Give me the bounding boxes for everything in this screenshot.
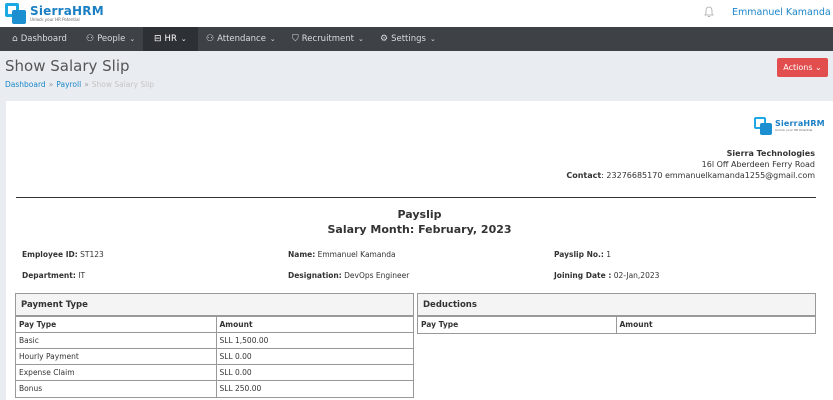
employee-id-label: Employee ID: bbox=[22, 250, 78, 259]
gear-icon: ⚙ bbox=[380, 34, 389, 44]
salary-month: Salary Month: February, 2023 bbox=[327, 223, 512, 236]
top-bar: SierraHRM Unlock your HR Potential Emman… bbox=[0, 0, 833, 27]
nav-label: Settings bbox=[391, 34, 426, 44]
employee-id: Employee ID: ST123 bbox=[22, 250, 104, 259]
user-name: Emmanuel Kamanda bbox=[732, 7, 831, 18]
amount-cell: SLL 0.00 bbox=[215, 364, 413, 381]
chevron-down-icon: ⌄ bbox=[269, 35, 276, 43]
payment-table-heading: Payment Type bbox=[16, 294, 413, 316]
company-logo-name: SierraHRM bbox=[775, 119, 825, 128]
chevron-down-icon: ⌄ bbox=[129, 35, 136, 43]
table-header-row: Pay Type Amount bbox=[418, 316, 815, 333]
nav-label: Dashboard bbox=[20, 34, 67, 44]
joining-value: 02-Jan,2023 bbox=[611, 271, 660, 280]
amount-cell: SLL 0.00 bbox=[215, 348, 413, 365]
department: Department: IT bbox=[22, 271, 85, 280]
company-name: Sierra Technologies bbox=[726, 149, 815, 158]
nav-recruitment[interactable]: ⛉ Recruitment ⌄ bbox=[286, 27, 370, 51]
pay-type-cell: Hourly Payment bbox=[16, 348, 217, 365]
nav-dashboard[interactable]: ⌂ Dashboard bbox=[6, 27, 73, 51]
deductions-table-heading: Deductions bbox=[418, 294, 815, 316]
breadcrumb: Dashboard» Payroll» Show Salary Slip bbox=[5, 80, 154, 89]
deductions-table: Deductions Pay Type Amount bbox=[417, 293, 816, 334]
designation-label: Designation: bbox=[288, 271, 342, 280]
payslip-no-value: 1 bbox=[603, 250, 612, 259]
name-value: Emmanuel Kamanda bbox=[315, 250, 396, 259]
column-header-amount: Amount bbox=[215, 316, 413, 333]
logo-mark-icon bbox=[5, 3, 26, 24]
graduation-cap-icon: ⛉ bbox=[292, 34, 299, 44]
page-title: Show Salary Slip bbox=[5, 57, 130, 75]
pay-type-cell: Bonus bbox=[16, 380, 217, 397]
breadcrumb-current: Show Salary Slip bbox=[91, 80, 155, 89]
amount-cell: SLL 250.00 bbox=[215, 380, 413, 397]
bell-icon[interactable] bbox=[704, 6, 714, 18]
joining-label: Joining Date : bbox=[554, 271, 612, 280]
nav-label: People bbox=[97, 34, 126, 44]
person-icon: ⚇ bbox=[86, 34, 95, 44]
chevron-down-icon: ⌄ bbox=[180, 35, 187, 43]
chevron-down-icon: ⌄ bbox=[358, 35, 364, 43]
breadcrumb-separator: » bbox=[84, 80, 89, 89]
nav-attendance[interactable]: ⚇ Attendance ⌄ bbox=[200, 27, 282, 51]
column-header-pay-type: Pay Type bbox=[16, 316, 217, 333]
company-logo-tagline: Unlock your HR Potential bbox=[775, 128, 813, 132]
payslip-title: Payslip bbox=[397, 208, 442, 221]
breadcrumb-dashboard[interactable]: Dashboard bbox=[5, 80, 46, 89]
nav-label: HR bbox=[164, 34, 177, 44]
nav-label: Recruitment bbox=[301, 34, 354, 44]
main-nav: ⌂ Dashboard ⚇ People ⌄ ⊟ HR ⌄ ⚇ Attendance ⌄ ⛉ R… bbox=[0, 27, 833, 51]
payslip-no-label: Payslip No.: bbox=[554, 250, 604, 259]
nav-label: Attendance bbox=[217, 34, 266, 44]
nav-people[interactable]: ⚇ People ⌄ bbox=[80, 27, 141, 51]
breadcrumb-payroll[interactable]: Payroll bbox=[56, 80, 81, 89]
user-menu[interactable]: Emmanuel Kamanda ⌄ bbox=[732, 7, 833, 18]
company-info: Sierra Technologies 16l Off Aberdeen Fer… bbox=[566, 148, 815, 181]
table-header-row: Pay Type Amount bbox=[16, 316, 413, 333]
company-address: 16l Off Aberdeen Ferry Road bbox=[701, 160, 815, 169]
pay-type-cell: Basic bbox=[16, 332, 217, 349]
column-header-pay-type: Pay Type bbox=[418, 316, 617, 333]
contact-label: Contact bbox=[566, 171, 602, 180]
department-value: IT bbox=[75, 271, 86, 280]
attendance-icon: ⚇ bbox=[206, 34, 215, 44]
logo-mark-icon bbox=[754, 117, 772, 135]
table-row: Expense Claim SLL 0.00 bbox=[16, 364, 413, 381]
designation-value: DevOps Engineer bbox=[341, 271, 410, 280]
joining-date: Joining Date : 02-Jan,2023 bbox=[554, 271, 659, 280]
chevron-down-icon: ⌄ bbox=[429, 35, 436, 43]
table-row: Bonus SLL 250.00 bbox=[16, 380, 413, 397]
nav-settings[interactable]: ⚙ Settings ⌄ bbox=[374, 27, 442, 51]
employee-name: Name: Emmanuel Kamanda bbox=[288, 250, 396, 259]
payslip-number: Payslip No.: 1 bbox=[554, 250, 611, 259]
divider bbox=[16, 197, 816, 198]
briefcase-icon: ⊟ bbox=[154, 34, 162, 44]
designation: Designation: DevOps Engineer bbox=[288, 271, 409, 280]
column-header-amount: Amount bbox=[615, 316, 815, 333]
company-logo: SierraHRM Unlock your HR Potential bbox=[754, 117, 825, 135]
department-label: Department: bbox=[22, 271, 76, 280]
name-label: Name: bbox=[288, 250, 316, 259]
breadcrumb-separator: » bbox=[48, 80, 54, 89]
table-row: Basic SLL 1,500.00 bbox=[16, 332, 413, 349]
actions-button[interactable]: Actions ⌄ bbox=[777, 58, 828, 77]
brand-logo[interactable]: SierraHRM Unlock your HR Potential bbox=[5, 3, 104, 24]
contact-value: : 23276685170 emmanuelkamanda1255@gmail.… bbox=[601, 171, 815, 180]
employee-id-value: ST123 bbox=[77, 250, 104, 259]
table-row: Hourly Payment SLL 0.00 bbox=[16, 348, 413, 365]
pay-type-cell: Expense Claim bbox=[16, 364, 217, 381]
amount-cell: SLL 1,500.00 bbox=[215, 332, 413, 349]
salary-slip-card: SierraHRM Unlock your HR Potential Sierr… bbox=[6, 101, 833, 400]
home-icon: ⌂ bbox=[12, 34, 18, 44]
nav-hr[interactable]: ⊟ HR ⌄ bbox=[143, 27, 198, 51]
brand-tagline: Unlock your HR Potential bbox=[30, 17, 80, 22]
payment-table: Payment Type Pay Type Amount Basic SLL 1… bbox=[15, 293, 414, 398]
brand-name: SierraHRM bbox=[30, 4, 104, 18]
